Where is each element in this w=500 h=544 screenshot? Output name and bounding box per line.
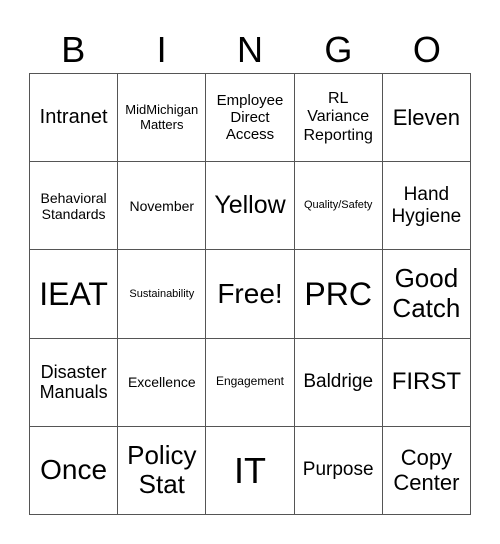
cell-text: RL Variance Reporting bbox=[303, 90, 373, 144]
bingo-grid: Intranet MidMichigan Matters Employee Dire… bbox=[29, 73, 471, 515]
bingo-cell[interactable]: Behavioral Standards bbox=[30, 162, 119, 251]
cell-text: Good Catch bbox=[392, 263, 461, 323]
header-letter-o: O bbox=[412, 29, 441, 70]
cell-text: Intranet bbox=[39, 106, 108, 129]
cell-text: IT bbox=[233, 449, 266, 491]
bingo-cell[interactable]: Intranet bbox=[30, 74, 119, 163]
bingo-cell[interactable]: Policy Stat bbox=[118, 426, 207, 515]
cell-text: Sustainability bbox=[129, 287, 195, 300]
cell-text: Free! bbox=[217, 277, 283, 309]
bingo-cell[interactable]: Excellence bbox=[118, 338, 207, 427]
cell-text: Once bbox=[40, 454, 108, 486]
bingo-cell[interactable]: Yellow bbox=[206, 162, 295, 251]
cell-text: Yellow bbox=[214, 191, 286, 220]
cell-text: Copy Center bbox=[393, 445, 460, 496]
bingo-cell[interactable]: Employee Direct Access bbox=[206, 74, 295, 163]
bingo-cell[interactable]: Eleven bbox=[382, 74, 471, 163]
header-letter-n: N bbox=[237, 29, 264, 70]
bingo-cell[interactable]: Quality/Safety bbox=[294, 162, 383, 251]
bingo-cell[interactable]: IEAT bbox=[30, 250, 119, 339]
bingo-cell[interactable]: Baldrige bbox=[294, 338, 383, 427]
bingo-cell[interactable]: Good Catch bbox=[382, 250, 471, 339]
cell-text: Engagement bbox=[215, 374, 285, 389]
bingo-cell[interactable]: Once bbox=[30, 426, 119, 515]
cell-text: Policy Stat bbox=[127, 439, 197, 500]
bingo-header: B I N G O bbox=[29, 28, 471, 72]
cell-text: Disaster Manuals bbox=[39, 361, 108, 403]
header-letter-i: I bbox=[156, 29, 167, 70]
bingo-cell[interactable]: Purpose bbox=[294, 426, 383, 515]
bingo-cell[interactable]: Disaster Manuals bbox=[30, 338, 119, 427]
cell-text: MidMichigan Matters bbox=[125, 101, 199, 132]
bingo-cell[interactable]: Copy Center bbox=[382, 426, 471, 515]
cell-text: PRC bbox=[304, 275, 372, 312]
cell-text: Baldrige bbox=[303, 371, 374, 393]
bingo-cell[interactable]: FIRST bbox=[382, 338, 471, 427]
cell-text: Eleven bbox=[392, 104, 461, 130]
bingo-cell[interactable]: MidMichigan Matters bbox=[118, 74, 207, 163]
cell-text: Hand Hygiene bbox=[391, 183, 462, 227]
bingo-cell[interactable]: Hand Hygiene bbox=[382, 162, 471, 251]
free-space-cell[interactable]: Free! bbox=[206, 250, 295, 339]
bingo-cell[interactable]: IT bbox=[206, 426, 295, 515]
cell-text: Employee Direct Access bbox=[216, 91, 284, 144]
cell-text: IEAT bbox=[39, 275, 108, 312]
cell-text: Excellence bbox=[127, 374, 196, 391]
bingo-cell[interactable]: PRC bbox=[294, 250, 383, 339]
cell-text: Quality/Safety bbox=[303, 199, 373, 212]
bingo-cell[interactable]: RL Variance Reporting bbox=[294, 74, 383, 163]
cell-text: Behavioral Standards bbox=[40, 189, 107, 222]
bingo-cell[interactable]: Engagement bbox=[206, 338, 295, 427]
bingo-cell[interactable]: November bbox=[118, 162, 207, 251]
cell-text: FIRST bbox=[391, 368, 462, 396]
header-letter-b: B bbox=[61, 29, 86, 70]
header-letter-g: G bbox=[324, 29, 353, 70]
bingo-cell[interactable]: Sustainability bbox=[118, 250, 207, 339]
cell-text: Purpose bbox=[302, 459, 374, 481]
cell-text: November bbox=[129, 197, 195, 214]
